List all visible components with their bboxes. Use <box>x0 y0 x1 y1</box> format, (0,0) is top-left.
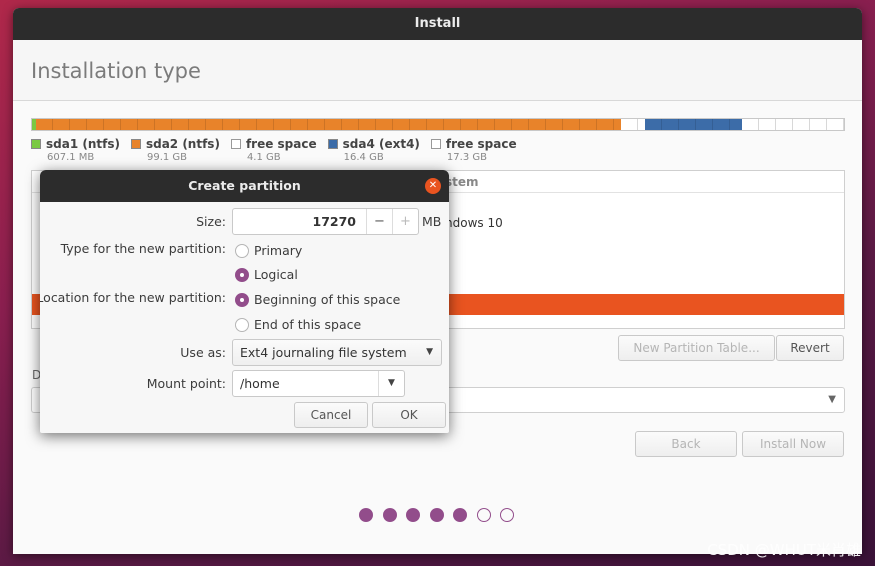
new-partition-table-button[interactable]: New Partition Table... <box>618 335 775 361</box>
partition-bar-segment <box>35 119 621 130</box>
legend-item-name: sda4 (ext4) <box>327 137 420 151</box>
chevron-down-icon: ▼ <box>828 394 836 405</box>
legend-label: free space <box>445 137 517 151</box>
watermark-text: CSDN @WHUT米肖雄 <box>707 541 861 559</box>
system-cell-fragment: ndows 10 <box>445 216 503 230</box>
type-label: Type for the new partition: <box>60 241 226 256</box>
revert-button[interactable]: Revert <box>776 335 844 361</box>
type-logical-label: Logical <box>254 267 298 282</box>
type-logical-radio[interactable]: Logical <box>235 267 298 282</box>
close-icon[interactable]: ✕ <box>425 178 441 194</box>
page-header: Installation type <box>13 40 862 101</box>
legend-label: sda1 (ntfs) <box>46 137 120 151</box>
legend-item: sda2 (ntfs) 99.1 GB <box>130 137 220 163</box>
legend-swatch-icon <box>430 139 441 149</box>
size-value: 17270 <box>312 214 357 229</box>
cancel-button[interactable]: Cancel <box>294 402 368 428</box>
legend-item: sda4 (ext4) 16.4 GB <box>327 137 420 163</box>
progress-dot <box>453 508 467 522</box>
legend-swatch-icon <box>31 139 41 149</box>
mount-point-label: Mount point: <box>146 376 226 391</box>
progress-dots <box>359 508 524 522</box>
progress-dot <box>476 508 491 522</box>
use-as-label: Use as: <box>180 345 226 360</box>
location-beginning-radio[interactable]: Beginning of this space <box>235 292 400 307</box>
mount-point-combo[interactable]: /home ▼ <box>232 370 405 397</box>
use-as-dropdown[interactable]: Ext4 journaling file system ▼ <box>232 339 442 366</box>
legend-item-name: free space <box>230 137 317 151</box>
legend-label: free space <box>245 137 317 151</box>
progress-dot <box>382 508 397 522</box>
type-primary-label: Primary <box>254 243 303 258</box>
mount-point-value: /home <box>240 376 280 391</box>
page-title: Installation type <box>31 59 201 83</box>
partition-legend: sda1 (ntfs) 607.1 MB sda2 (ntfs) 99.1 GB fre… <box>31 137 528 163</box>
legend-swatch-icon <box>230 139 241 149</box>
legend-item: sda1 (ntfs) 607.1 MB <box>31 137 120 163</box>
progress-dot <box>500 508 514 522</box>
partition-bar-segment <box>620 119 645 130</box>
radio-circle <box>235 317 249 332</box>
header-system-fragment: stem <box>445 175 479 189</box>
size-spinbox[interactable]: 17270 − + <box>232 208 419 235</box>
location-end-radio[interactable]: End of this space <box>235 317 361 332</box>
back-button[interactable]: Back <box>635 431 737 457</box>
legend-size: 99.1 GB <box>146 152 188 163</box>
increase-button[interactable]: + <box>392 209 418 234</box>
partition-bar-segment <box>644 119 742 130</box>
legend-swatch-icon <box>130 139 141 149</box>
legend-size: 17.3 GB <box>446 152 487 163</box>
legend-swatch-icon <box>327 139 338 149</box>
size-unit: MB <box>422 214 442 229</box>
legend-item-name: sda2 (ntfs) <box>130 137 220 151</box>
ok-button[interactable]: OK <box>372 402 446 428</box>
partition-bar-segment <box>741 119 844 130</box>
radio-circle-selected <box>235 267 249 282</box>
create-partition-dialog: Create partition ✕ Size: 17270 − + MB Ty… <box>40 170 449 433</box>
partition-bar <box>31 118 845 131</box>
legend-item-name: sda1 (ntfs) <box>31 137 120 151</box>
progress-dot <box>359 508 373 522</box>
chevron-down-icon[interactable]: ▼ <box>378 371 404 396</box>
legend-item: free space 4.1 GB <box>230 137 317 163</box>
legend-item: free space 17.3 GB <box>430 137 517 163</box>
radio-circle-selected <box>235 292 249 307</box>
size-label: Size: <box>196 214 226 229</box>
legend-size: 607.1 MB <box>47 152 95 163</box>
legend-size: 16.4 GB <box>343 152 384 163</box>
chevron-down-icon: ▼ <box>426 347 433 357</box>
legend-item-name: free space <box>430 137 517 151</box>
dialog-title: Create partition <box>188 178 301 193</box>
legend-size: 4.1 GB <box>246 152 281 163</box>
use-as-value: Ext4 journaling file system <box>240 345 407 360</box>
location-beginning-label: Beginning of this space <box>254 292 401 307</box>
type-primary-radio[interactable]: Primary <box>235 243 302 258</box>
install-now-button[interactable]: Install Now <box>742 431 844 457</box>
progress-dot <box>406 508 420 522</box>
location-end-label: End of this space <box>254 317 362 332</box>
dialog-titlebar: Create partition ✕ <box>40 170 449 202</box>
radio-circle <box>235 243 249 258</box>
decrease-button[interactable]: − <box>366 209 392 234</box>
progress-dot <box>429 508 444 522</box>
window-title: Install <box>13 8 862 40</box>
legend-label: sda4 (ext4) <box>342 137 420 151</box>
legend-label: sda2 (ntfs) <box>145 137 220 151</box>
location-label: Location for the new partition: <box>40 290 226 305</box>
